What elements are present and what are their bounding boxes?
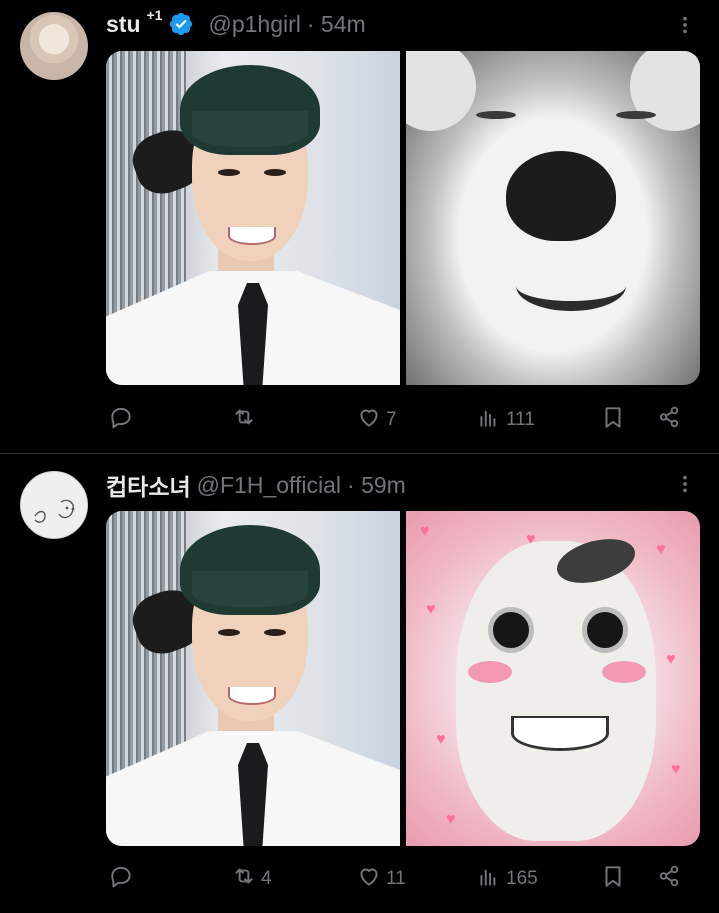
views-button[interactable]: 165 xyxy=(476,862,538,896)
display-name[interactable]: stu xyxy=(106,11,141,38)
bookmark-icon xyxy=(600,863,626,895)
retweet-button[interactable]: 4 xyxy=(231,862,272,896)
retweet-button[interactable] xyxy=(231,403,261,437)
like-icon xyxy=(356,404,382,436)
timestamp[interactable]: · 54m xyxy=(307,11,366,38)
tweet-header: 컵타소녀 @F1H_official · 59m xyxy=(106,467,406,503)
reply-button[interactable] xyxy=(108,403,138,437)
action-bar: 4 11 165 xyxy=(106,862,700,896)
tweet[interactable]: 컵타소녀 @F1H_official · 59m ♥♥ ♥♥ ♥♥ ♥♥ xyxy=(0,455,719,913)
more-icon[interactable] xyxy=(668,8,702,42)
share-button[interactable] xyxy=(656,862,682,896)
retweet-count: 4 xyxy=(261,868,272,889)
reply-icon xyxy=(108,404,134,436)
cat-photo[interactable]: ♥ ♥ ♥ ♥ ♥ ♥ ♥ ♥ xyxy=(406,511,700,846)
share-icon xyxy=(656,863,682,895)
dog-photo[interactable] xyxy=(406,51,700,385)
like-button[interactable]: 11 xyxy=(356,862,406,896)
more-icon[interactable] xyxy=(668,467,702,501)
media-grid xyxy=(106,51,700,385)
selfie-photo[interactable] xyxy=(106,51,400,385)
tweet-divider xyxy=(0,453,719,454)
share-button[interactable] xyxy=(656,403,682,437)
bookmark-icon xyxy=(600,404,626,436)
tweet-header: stu +1 @p1hgirl · 54m xyxy=(106,6,366,42)
share-icon xyxy=(656,404,682,436)
avatar[interactable] xyxy=(20,12,88,80)
views-count: 111 xyxy=(506,409,535,430)
verified-badge-icon xyxy=(168,11,194,37)
bookmark-button[interactable] xyxy=(600,862,626,896)
avatar[interactable] xyxy=(20,471,88,539)
views-icon xyxy=(476,863,502,895)
retweet-icon xyxy=(231,404,257,436)
views-button[interactable]: 111 xyxy=(476,403,535,437)
like-icon xyxy=(356,863,382,895)
timestamp[interactable]: · 59m xyxy=(347,472,406,499)
views-count: 165 xyxy=(506,868,538,889)
retweet-icon xyxy=(231,863,257,895)
like-count: 11 xyxy=(386,868,406,889)
handle[interactable]: @p1hgirl xyxy=(208,11,300,38)
reply-button[interactable] xyxy=(108,862,138,896)
selfie-photo[interactable] xyxy=(106,511,400,846)
name-suffix: +1 xyxy=(146,7,163,23)
handle[interactable]: @F1H_official xyxy=(197,472,341,499)
like-count: 7 xyxy=(386,409,397,430)
tweet[interactable]: stu +1 @p1hgirl · 54m 7 111 xyxy=(0,0,719,453)
reply-icon xyxy=(108,863,134,895)
views-icon xyxy=(476,404,502,436)
like-button[interactable]: 7 xyxy=(356,403,397,437)
media-grid: ♥ ♥ ♥ ♥ ♥ ♥ ♥ ♥ xyxy=(106,511,700,846)
action-bar: 7 111 xyxy=(106,403,700,437)
bookmark-button[interactable] xyxy=(600,403,626,437)
display-name[interactable]: 컵타소녀 xyxy=(106,468,191,502)
